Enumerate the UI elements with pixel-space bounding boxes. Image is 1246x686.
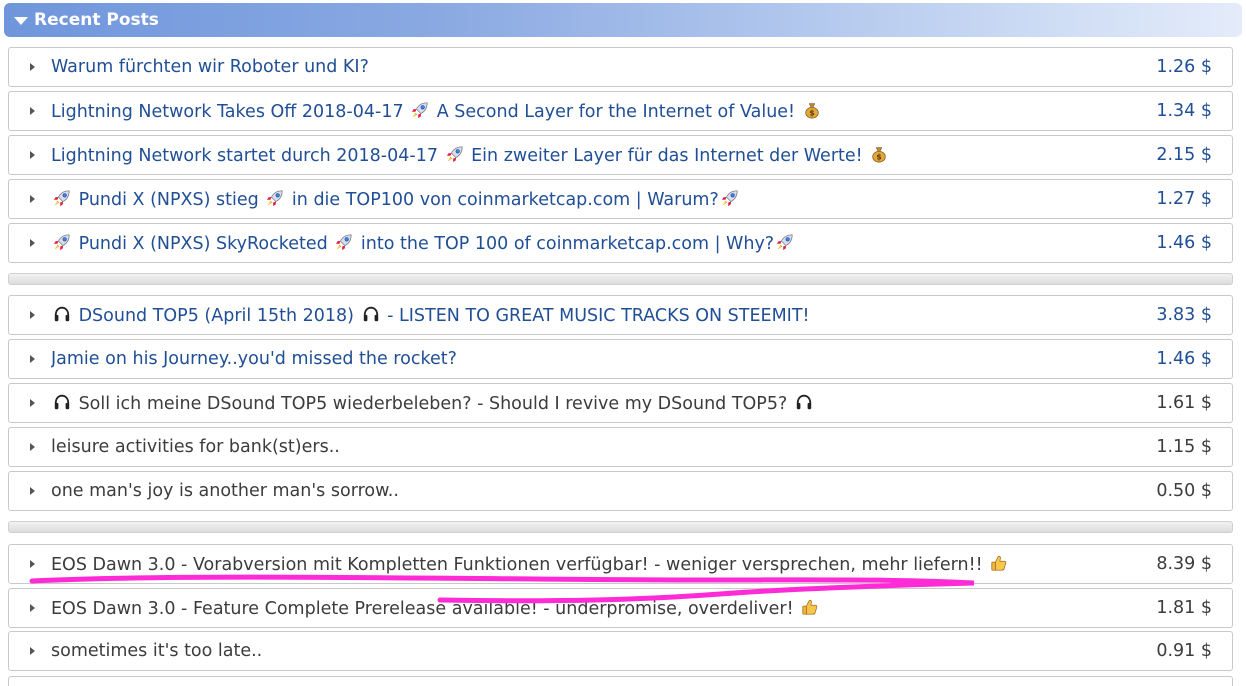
thumbs-up-icon bbox=[801, 598, 819, 616]
post-payout: 2.15 $ bbox=[1156, 145, 1212, 165]
headphones-icon bbox=[362, 305, 380, 323]
post-row[interactable]: one man's joy is another man's sorrow.. … bbox=[8, 471, 1233, 511]
post-payout: 1.26 $ bbox=[1156, 57, 1212, 77]
expand-caret-icon[interactable] bbox=[30, 355, 35, 363]
expand-caret-icon[interactable] bbox=[30, 239, 35, 247]
expand-caret-icon[interactable] bbox=[30, 151, 35, 159]
post-payout: 1.61 $ bbox=[1156, 393, 1212, 413]
post-row[interactable]: DSound TOP5 (April 15th 2018) - LISTEN T… bbox=[8, 295, 1233, 335]
post-payout: 3.83 $ bbox=[1156, 305, 1212, 325]
headphones-icon bbox=[53, 305, 71, 323]
rocket-icon bbox=[266, 189, 284, 207]
expand-caret-icon[interactable] bbox=[30, 63, 35, 71]
post-row[interactable]: Lightning Network startet durch 2018-04-… bbox=[8, 135, 1233, 175]
post-title-link[interactable]: one man's joy is another man's sorrow.. bbox=[51, 481, 1156, 501]
post-row[interactable]: Jamie on his Journey..you'd missed the r… bbox=[8, 339, 1233, 379]
post-row[interactable]: Warum fürchten wir Roboter und KI? 1.26 … bbox=[8, 47, 1233, 87]
post-row[interactable]: Soll ich meine DSound TOP5 wiederbeleben… bbox=[8, 383, 1233, 423]
post-payout: 1.34 $ bbox=[1156, 101, 1212, 121]
post-row[interactable] bbox=[8, 676, 1233, 686]
post-title-link[interactable]: sometimes it's too late.. bbox=[51, 641, 1156, 661]
expand-caret-icon[interactable] bbox=[30, 560, 35, 568]
expand-caret-icon[interactable] bbox=[30, 604, 35, 612]
expand-caret-icon[interactable] bbox=[30, 647, 35, 655]
post-row[interactable]: leisure activities for bank(st)ers.. 1.1… bbox=[8, 427, 1233, 467]
post-title-link[interactable]: DSound TOP5 (April 15th 2018) - LISTEN T… bbox=[51, 305, 1156, 326]
rocket-icon bbox=[53, 189, 71, 207]
rocket-icon bbox=[335, 233, 353, 251]
expand-caret-icon[interactable] bbox=[30, 195, 35, 203]
headphones-icon bbox=[795, 393, 813, 411]
post-payout: 1.15 $ bbox=[1156, 437, 1212, 457]
post-payout: 1.46 $ bbox=[1156, 233, 1212, 253]
rocket-icon bbox=[446, 145, 464, 163]
post-row[interactable]: EOS Dawn 3.0 - Feature Complete Prerelea… bbox=[8, 588, 1233, 628]
post-row[interactable]: sometimes it's too late.. 0.91 $ bbox=[8, 631, 1233, 671]
recent-posts-page: Recent Posts Warum fürchten wir Roboter … bbox=[0, 0, 1246, 686]
expand-caret-icon[interactable] bbox=[30, 107, 35, 115]
post-payout: 0.91 $ bbox=[1156, 641, 1212, 661]
expand-caret-icon[interactable] bbox=[30, 443, 35, 451]
post-row[interactable]: Pundi X (NPXS) stieg in die TOP100 von c… bbox=[8, 179, 1233, 219]
post-row[interactable]: EOS Dawn 3.0 - Vorabversion mit Komplett… bbox=[8, 544, 1233, 584]
rocket-icon bbox=[721, 189, 739, 207]
post-title-link[interactable]: Soll ich meine DSound TOP5 wiederbeleben… bbox=[51, 393, 1156, 414]
post-payout: 0.50 $ bbox=[1156, 481, 1212, 501]
expand-caret-icon[interactable] bbox=[30, 399, 35, 407]
thumbs-up-icon bbox=[990, 554, 1008, 572]
post-payout: 8.39 $ bbox=[1156, 554, 1212, 574]
post-payout: 1.27 $ bbox=[1156, 189, 1212, 209]
post-payout: 1.46 $ bbox=[1156, 349, 1212, 369]
post-title-link[interactable]: leisure activities for bank(st)ers.. bbox=[51, 437, 1156, 457]
money-bag-icon bbox=[870, 145, 888, 163]
expand-caret-icon[interactable] bbox=[30, 487, 35, 495]
rocket-icon bbox=[776, 233, 794, 251]
post-title-link[interactable]: Jamie on his Journey..you'd missed the r… bbox=[51, 349, 1156, 369]
headphones-icon bbox=[53, 393, 71, 411]
post-title-link[interactable]: Warum fürchten wir Roboter und KI? bbox=[51, 57, 1156, 77]
post-row[interactable]: Lightning Network Takes Off 2018-04-17 A… bbox=[8, 91, 1233, 131]
post-title-link[interactable]: Lightning Network startet durch 2018-04-… bbox=[51, 145, 1156, 166]
rocket-icon bbox=[53, 233, 71, 251]
group-separator bbox=[8, 521, 1233, 533]
post-title-link[interactable]: EOS Dawn 3.0 - Feature Complete Prerelea… bbox=[51, 598, 1156, 619]
recent-posts-header[interactable]: Recent Posts bbox=[4, 3, 1242, 37]
post-row[interactable]: Pundi X (NPXS) SkyRocketed into the TOP … bbox=[8, 223, 1233, 263]
post-title-link[interactable]: EOS Dawn 3.0 - Vorabversion mit Komplett… bbox=[51, 554, 1156, 575]
rocket-icon bbox=[411, 101, 429, 119]
post-title-link[interactable]: Pundi X (NPXS) stieg in die TOP100 von c… bbox=[51, 189, 1156, 210]
expand-caret-icon[interactable] bbox=[30, 311, 35, 319]
header-title: Recent Posts bbox=[34, 10, 159, 30]
money-bag-icon bbox=[803, 101, 821, 119]
post-payout: 1.81 $ bbox=[1156, 598, 1212, 618]
post-title-link[interactable]: Pundi X (NPXS) SkyRocketed into the TOP … bbox=[51, 233, 1156, 254]
post-title-link[interactable]: Lightning Network Takes Off 2018-04-17 A… bbox=[51, 101, 1156, 122]
group-separator bbox=[8, 273, 1233, 285]
collapse-triangle-icon bbox=[14, 17, 28, 25]
